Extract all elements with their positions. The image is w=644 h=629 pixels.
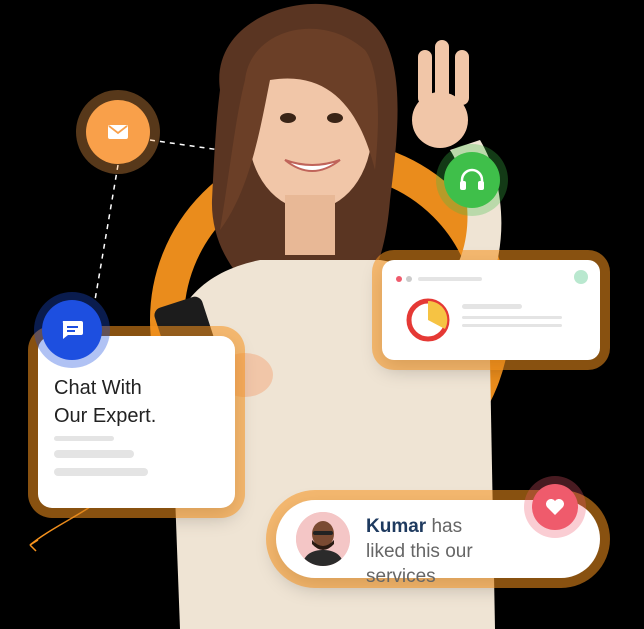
placeholder-line bbox=[462, 304, 522, 309]
right-eye bbox=[327, 113, 343, 123]
notification-text: Kumar has liked this our services bbox=[366, 514, 506, 589]
placeholder-line bbox=[462, 324, 562, 327]
pie-chart-icon bbox=[406, 298, 450, 342]
mail-bubble[interactable] bbox=[86, 100, 150, 164]
avatar bbox=[296, 512, 350, 566]
headset-bubble[interactable] bbox=[444, 152, 500, 208]
analytics-card bbox=[382, 260, 600, 360]
finger-3 bbox=[418, 50, 432, 105]
finger-2 bbox=[455, 50, 469, 105]
window-dot-red bbox=[396, 276, 402, 282]
headset-icon bbox=[460, 168, 484, 190]
chat-bubble[interactable] bbox=[42, 300, 102, 360]
left-eye bbox=[280, 113, 296, 123]
placeholder-line bbox=[54, 468, 148, 476]
mail-icon bbox=[108, 125, 128, 139]
hero-illustration: Chat With Our Expert. Kumar has liked th… bbox=[0, 0, 644, 629]
placeholder-line bbox=[462, 316, 562, 319]
window-dot-gray bbox=[406, 276, 412, 282]
chat-card[interactable]: Chat With Our Expert. bbox=[38, 336, 235, 508]
notification-username: Kumar bbox=[366, 516, 427, 537]
placeholder-line bbox=[54, 436, 114, 441]
neck bbox=[285, 195, 335, 255]
status-dot bbox=[574, 270, 588, 284]
chat-icon bbox=[62, 321, 83, 339]
heart-icon bbox=[546, 499, 564, 515]
heart-bubble[interactable] bbox=[532, 484, 578, 530]
finger-1 bbox=[435, 40, 449, 100]
placeholder-line bbox=[418, 277, 482, 281]
chat-card-title: Chat With Our Expert. bbox=[54, 377, 157, 427]
connector-mail-chat bbox=[94, 164, 119, 301]
scribble-arrowhead bbox=[29, 539, 39, 552]
placeholder-line bbox=[54, 450, 134, 458]
